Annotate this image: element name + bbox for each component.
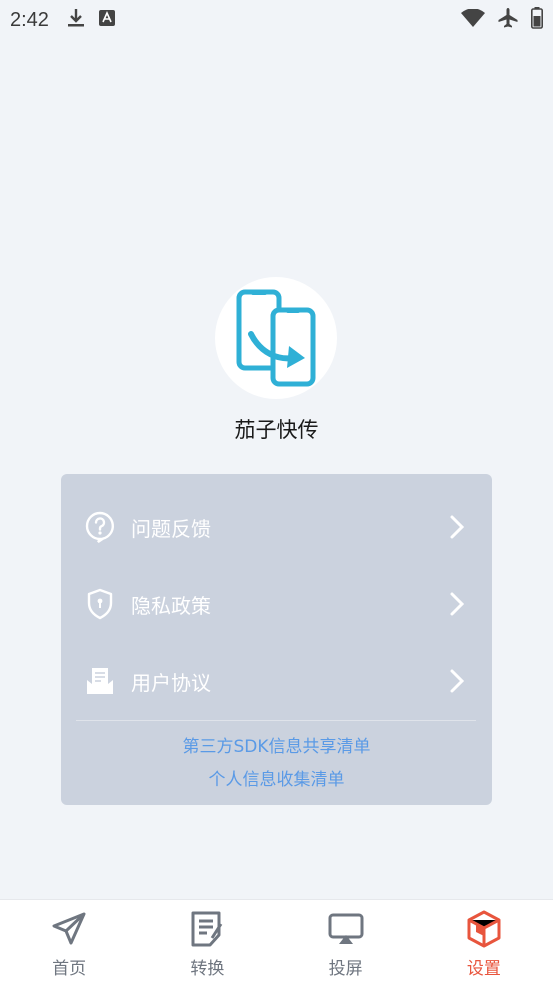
document-icon — [85, 666, 115, 696]
app-name: 茄子快传 — [234, 418, 319, 442]
keyboard-a-icon — [98, 10, 115, 30]
screen-cast-icon — [327, 910, 365, 948]
wifi-icon — [461, 8, 485, 31]
sdk-share-list-link[interactable]: 第三方SDK信息共享清单 — [61, 732, 492, 757]
tab-settings[interactable]: 设置 — [415, 900, 553, 983]
shield-icon — [85, 588, 115, 620]
tab-label-settings: 设置 — [466, 959, 501, 979]
battery-icon — [531, 7, 543, 33]
tab-home[interactable]: 首页 — [0, 900, 138, 983]
send-arrow-icon — [50, 910, 88, 948]
tab-convert[interactable]: 转换 — [138, 900, 276, 983]
phone-transfer-icon — [236, 289, 316, 387]
status-bar: 2:42 — [0, 0, 553, 40]
menu-label-privacy: 隐私政策 — [131, 593, 211, 618]
divider — [76, 720, 476, 721]
menu-item-agreement[interactable]: 用户协议 — [61, 651, 492, 711]
question-bubble-icon — [85, 511, 115, 543]
bottom-tab-bar: 首页 转换 投屏 设置 — [0, 899, 553, 983]
menu-label-feedback: 问题反馈 — [131, 516, 211, 541]
status-time: 2:42 — [10, 8, 49, 31]
menu-item-privacy[interactable]: 隐私政策 — [61, 574, 492, 634]
settings-box-icon — [465, 910, 503, 948]
menu-item-feedback[interactable]: 问题反馈 — [61, 497, 492, 557]
notes-icon — [188, 910, 226, 948]
tab-label-convert: 转换 — [190, 959, 225, 979]
airplane-icon — [497, 7, 519, 33]
settings-card: 问题反馈 隐私政策 用户协议 第三方SDK信息共享清单 个人信息收集清单 — [61, 474, 492, 805]
tab-label-home: 首页 — [52, 959, 87, 979]
chevron-right-icon — [446, 512, 468, 542]
download-icon — [67, 8, 85, 32]
chevron-right-icon — [446, 589, 468, 619]
app-logo — [215, 277, 337, 399]
personal-info-list-link[interactable]: 个人信息收集清单 — [61, 765, 492, 790]
chevron-right-icon — [446, 666, 468, 696]
tab-label-cast: 投屏 — [328, 959, 363, 979]
menu-label-agreement: 用户协议 — [131, 670, 211, 695]
tab-cast[interactable]: 投屏 — [277, 900, 415, 983]
